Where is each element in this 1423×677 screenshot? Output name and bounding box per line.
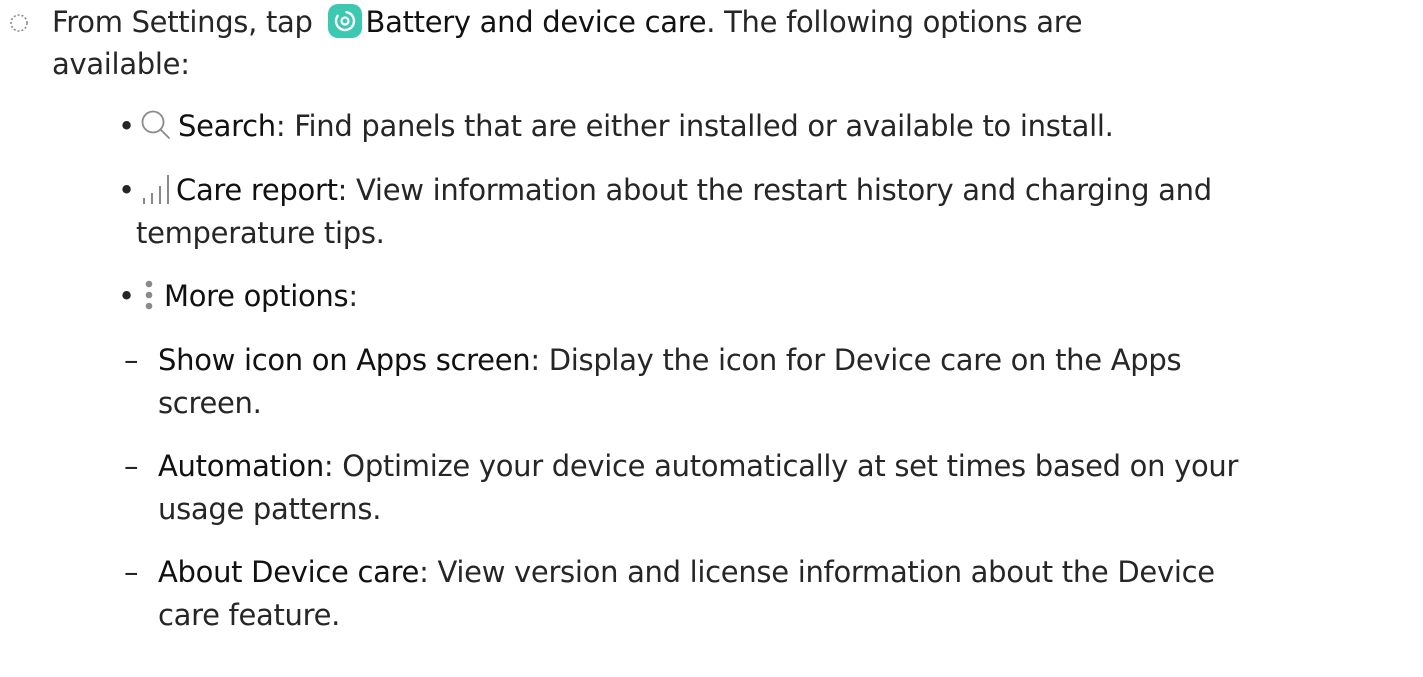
intro-suffix: . The following options are <box>706 5 1083 39</box>
more-options-icon <box>142 277 156 313</box>
about-device-care-description: : View version and license information a… <box>419 555 1215 589</box>
about-device-care-option: About Device care: View version and lice… <box>158 552 1215 592</box>
about-device-care-continuation: care feature. <box>158 595 340 635</box>
instruction-document: From Settings, tap Battery and device ca… <box>0 0 1423 677</box>
search-description: : Find panels that are either installed … <box>275 109 1114 143</box>
automation-option: Automation: Optimize your device automat… <box>158 446 1238 486</box>
show-icon-option: Show icon on Apps screen: Display the ic… <box>158 340 1182 380</box>
bullet-marker: • <box>118 279 136 313</box>
about-device-care-label: About Device care <box>158 555 420 589</box>
dash-marker: – <box>124 449 139 483</box>
step-circle-icon <box>10 14 28 32</box>
about-device-care-description-cont: care feature. <box>158 598 341 632</box>
automation-continuation: usage patterns. <box>158 489 381 529</box>
search-label: Search <box>178 109 276 143</box>
care-report-option: Care report: View information about the … <box>136 170 1212 210</box>
care-report-description: : View information about the restart his… <box>337 173 1212 207</box>
more-options-option: More options: <box>136 276 358 316</box>
automation-description: : Optimize your device automatically at … <box>323 449 1239 483</box>
show-icon-label: Show icon on Apps screen <box>158 343 531 377</box>
care-report-description-cont: temperature tips. <box>136 216 385 250</box>
bullet-marker: • <box>118 173 136 207</box>
bullet-marker: • <box>118 109 136 143</box>
battery-device-care-icon <box>327 4 362 38</box>
care-report-continuation: temperature tips. <box>136 213 385 253</box>
search-icon <box>138 107 174 143</box>
battery-device-care-label: Battery and device care <box>365 5 707 39</box>
more-options-colon: : <box>348 279 358 313</box>
bar-chart-icon <box>138 171 174 207</box>
intro-line-1: From Settings, tap Battery and device ca… <box>52 2 1083 42</box>
show-icon-continuation: screen. <box>158 383 262 423</box>
show-icon-description: : Display the icon for Device care on th… <box>530 343 1182 377</box>
intro-line-2-text: available: <box>52 47 190 81</box>
dash-marker: – <box>124 343 139 377</box>
search-option: Search: Find panels that are either inst… <box>136 106 1114 146</box>
intro-line-2: available: <box>52 44 190 84</box>
care-report-label: Care report <box>176 173 338 207</box>
automation-description-cont: usage patterns. <box>158 492 382 526</box>
dash-marker: – <box>124 555 139 589</box>
more-options-label: More options <box>164 279 349 313</box>
show-icon-description-cont: screen. <box>158 386 262 420</box>
automation-label: Automation <box>158 449 324 483</box>
intro-prefix: From Settings, tap <box>52 5 322 39</box>
